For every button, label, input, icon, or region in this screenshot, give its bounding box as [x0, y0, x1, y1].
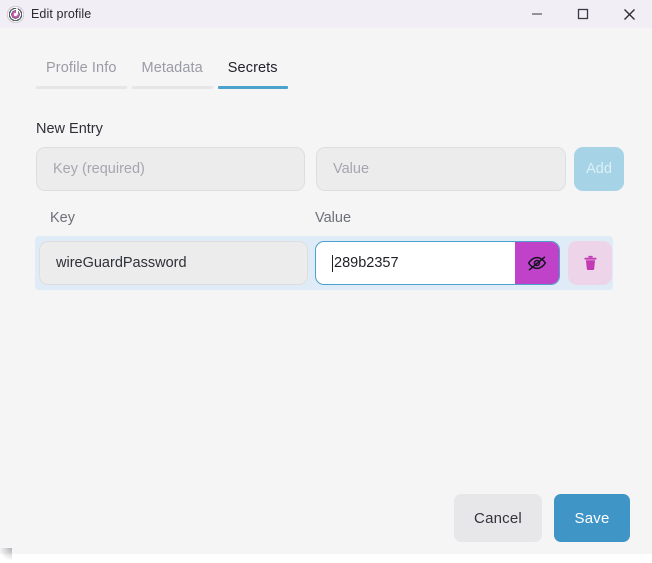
tab-secrets[interactable]: Secrets [217, 60, 288, 89]
column-header-key: Key [50, 210, 75, 226]
tab-secrets-underline [217, 86, 288, 89]
new-entry-row: Key (required) Value Add [36, 147, 624, 191]
cancel-button[interactable]: Cancel [454, 494, 542, 542]
tab-profile-info-label: Profile Info [46, 60, 117, 76]
new-entry-value-input[interactable]: Value [316, 147, 566, 191]
new-entry-key-input[interactable]: Key (required) [36, 147, 305, 191]
dialog-footer: Cancel Save [454, 494, 630, 542]
save-button[interactable]: Save [554, 494, 630, 542]
secret-value-text: 289b2357 [334, 255, 399, 271]
delete-secret-button[interactable] [568, 241, 612, 285]
minimize-icon[interactable] [514, 0, 560, 28]
tab-profile-info[interactable]: Profile Info [36, 60, 127, 89]
tab-metadata-underline [131, 86, 213, 89]
title-bar: Edit profile [0, 0, 652, 28]
tab-metadata-label: Metadata [141, 60, 203, 76]
window-controls [514, 0, 652, 28]
column-header-value: Value [315, 210, 352, 226]
trash-icon [583, 255, 597, 270]
text-caret [332, 254, 333, 272]
tab-bar: Profile Info Metadata Secrets [36, 60, 288, 89]
tab-secrets-label: Secrets [227, 60, 278, 76]
profile-logo-icon [7, 5, 24, 23]
secret-value-field[interactable]: 289b2357 [315, 241, 560, 285]
table-row: wireGuardPassword 289b2357 [35, 236, 613, 290]
add-button[interactable]: Add [574, 147, 624, 191]
eye-off-icon[interactable] [515, 242, 559, 284]
tab-profile-info-underline [36, 86, 127, 89]
maximize-icon[interactable] [560, 0, 606, 28]
corner-shadow [0, 548, 12, 560]
secret-key-input[interactable]: wireGuardPassword [39, 241, 308, 285]
title-bar-left: Edit profile [0, 5, 92, 23]
window-title: Edit profile [31, 7, 92, 21]
close-icon[interactable] [606, 0, 652, 28]
tab-metadata[interactable]: Metadata [131, 60, 213, 89]
window-bottom-strip [0, 554, 652, 563]
new-entry-title: New Entry [36, 121, 103, 137]
secret-value-input[interactable]: 289b2357 [316, 242, 515, 284]
edit-profile-window: Edit profile Profile Info Metadata Secre… [0, 0, 652, 563]
